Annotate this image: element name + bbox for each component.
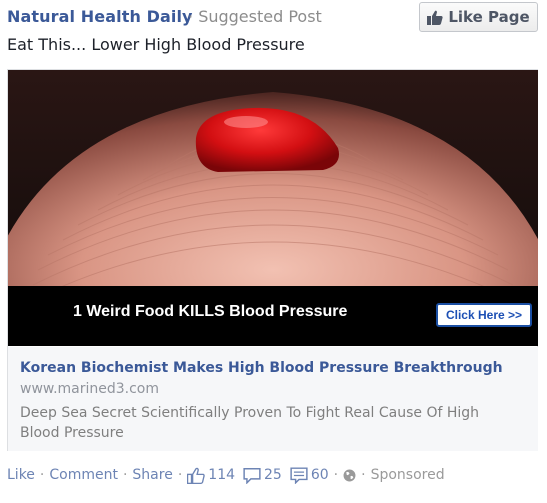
like-page-label: Like Page xyxy=(448,8,530,26)
likes-count[interactable]: 114 xyxy=(187,467,235,484)
like-page-button[interactable]: Like Page xyxy=(419,2,538,32)
separator-dot: · xyxy=(333,467,339,483)
like-link[interactable]: Like xyxy=(7,467,35,483)
globe-icon xyxy=(343,469,356,481)
post-message: Eat This... Lower High Blood Pressure xyxy=(7,35,305,54)
separator-dot: · xyxy=(39,467,45,483)
shares-count-value: 25 xyxy=(264,467,282,483)
meta-separator: · xyxy=(188,7,194,26)
ad-url: www.marined3.com xyxy=(20,381,160,397)
ad-link-preview[interactable]: Korean Biochemist Makes High Blood Press… xyxy=(8,347,538,451)
likes-count-value: 114 xyxy=(208,467,236,483)
post-meta: · Suggested Post xyxy=(188,7,322,26)
suggested-post-label: Suggested Post xyxy=(198,7,322,26)
shares-count[interactable]: 25 xyxy=(243,467,282,484)
separator-dot: · xyxy=(122,467,128,483)
page-name-link[interactable]: Natural Health Daily xyxy=(7,7,193,26)
share-bubble-icon xyxy=(243,467,261,484)
comment-icon xyxy=(290,466,308,484)
ad-banner-text: 1 Weird Food KILLS Blood Pressure xyxy=(73,303,348,320)
comments-count[interactable]: 60 xyxy=(290,466,329,484)
separator-dot: · xyxy=(361,467,366,483)
ad-card: 1 Weird Food KILLS Blood Pressure Click … xyxy=(7,69,538,451)
separator-dot: · xyxy=(177,467,183,483)
comments-count-value: 60 xyxy=(310,467,329,483)
ad-title[interactable]: Korean Biochemist Makes High Blood Press… xyxy=(20,360,503,376)
click-here-button[interactable]: Click Here >> xyxy=(436,303,532,327)
thumbs-up-icon xyxy=(427,10,443,25)
ad-image[interactable]: 1 Weird Food KILLS Blood Pressure Click … xyxy=(8,70,538,346)
share-link[interactable]: Share xyxy=(132,467,172,483)
thumbs-up-icon xyxy=(187,467,206,484)
ad-description: Deep Sea Secret Scientifically Proven To… xyxy=(20,405,480,441)
comment-link[interactable]: Comment xyxy=(49,467,118,483)
sponsored-label: Sponsored xyxy=(370,467,445,483)
post-actions-bar: Like · Comment · Share · 114 25 60 · · S… xyxy=(7,465,445,485)
